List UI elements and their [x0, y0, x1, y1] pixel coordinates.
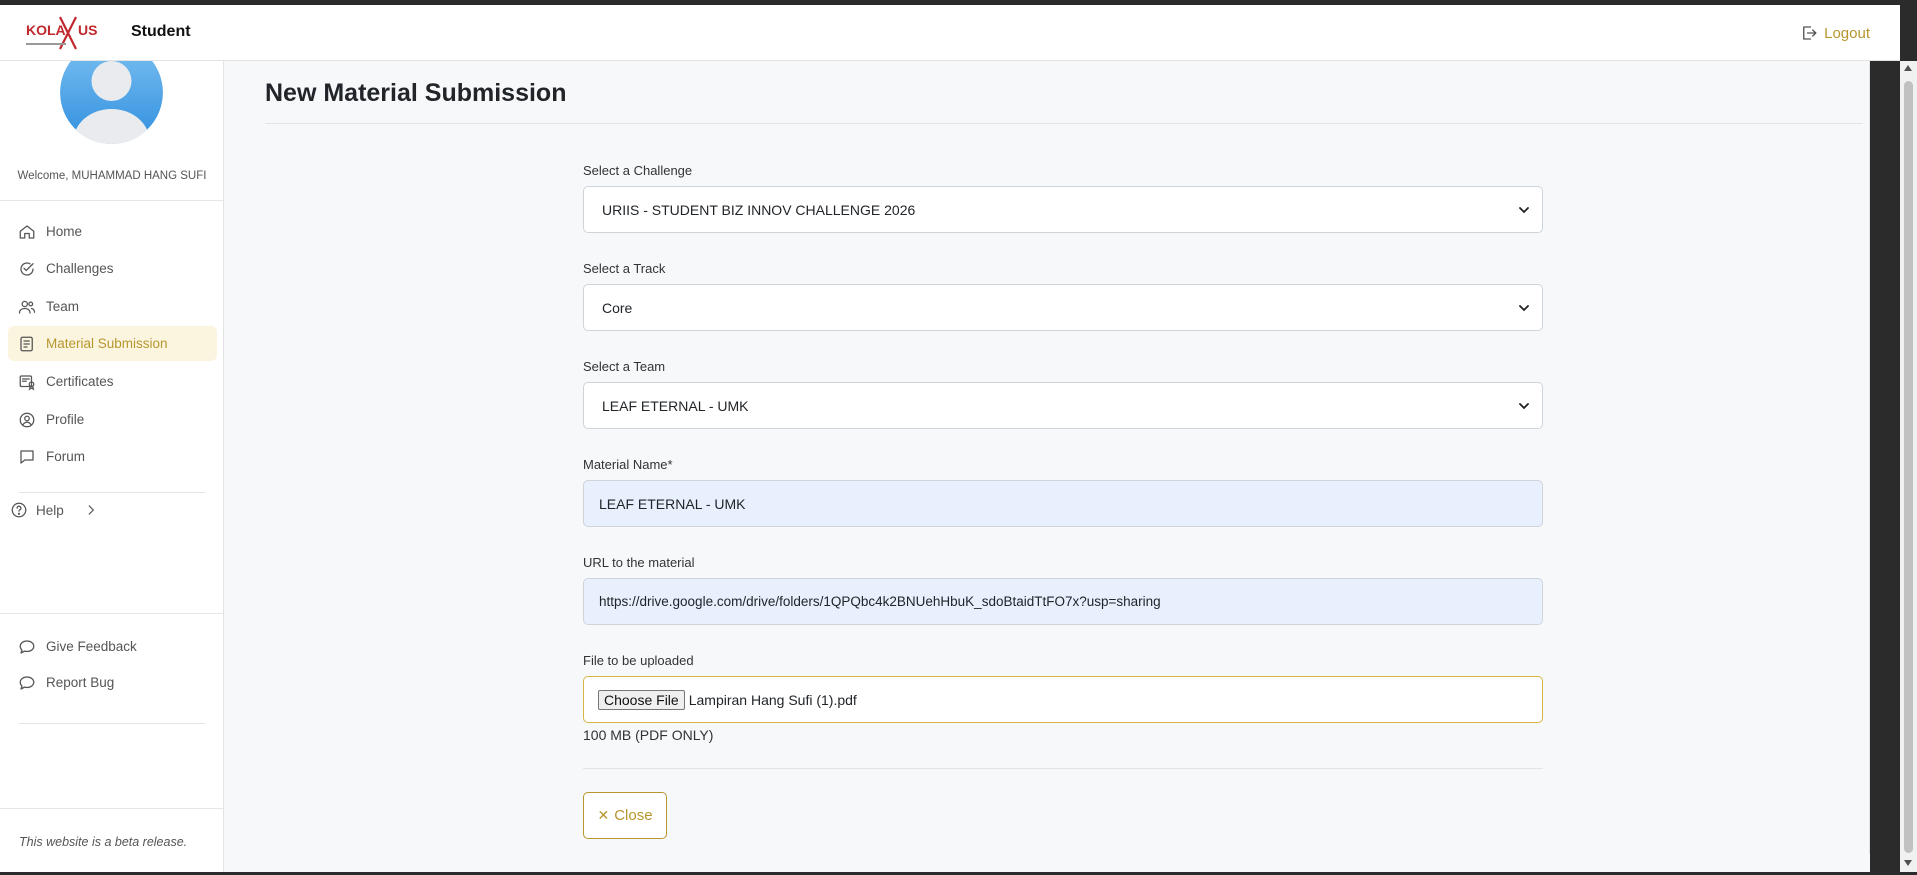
report-bug-link[interactable]: Report Bug: [8, 665, 217, 700]
close-icon: ✕: [597, 807, 610, 823]
content-panel: New Material Submission Select a Challen…: [224, 61, 1870, 854]
challenge-select[interactable]: URIIS - STUDENT BIZ INNOV CHALLENGE 2026: [583, 186, 1543, 233]
chevron-down-icon: [1519, 305, 1529, 312]
track-label: Select a Track: [583, 261, 666, 276]
check-circle-icon: [20, 261, 34, 276]
page-scrollbar[interactable]: [1900, 61, 1917, 872]
sidebar-item-certificates[interactable]: Certificates: [8, 364, 217, 399]
team-selected-value: LEAF ETERNAL - UMK: [602, 397, 749, 414]
sidebar-divider: [19, 492, 205, 493]
file-size-hint: 100 MB (PDF ONLY): [583, 727, 714, 743]
file-input[interactable]: Choose File Lampiran Hang Sufi (1).pdf: [583, 676, 1543, 723]
report-bug-label: Report Bug: [46, 675, 115, 690]
file-label: File to be uploaded: [583, 653, 694, 668]
scroll-up-arrow-icon[interactable]: [1904, 65, 1912, 71]
url-value: https://drive.google.com/drive/folders/1…: [599, 594, 1161, 609]
page-title: New Material Submission: [265, 79, 567, 107]
help-menu[interactable]: Help: [10, 501, 98, 519]
home-icon: [19, 224, 35, 239]
challenge-selected-value: URIIS - STUDENT BIZ INNOV CHALLENGE 2026: [602, 201, 916, 218]
chat-icon: [20, 449, 34, 464]
close-label: Close: [614, 807, 653, 824]
avatar: [60, 61, 163, 144]
scroll-down-arrow-icon[interactable]: [1904, 860, 1912, 866]
material-name-label: Material Name*: [583, 457, 673, 472]
welcome-text: Welcome, MUHAMMAD HANG SUFI: [17, 170, 207, 182]
material-name-value: LEAF ETERNAL - UMK: [599, 495, 746, 512]
sidebar-item-label: Challenges: [46, 261, 114, 276]
url-label: URL to the material: [583, 555, 695, 570]
sidebar-item-forum[interactable]: Forum: [8, 439, 217, 474]
challenge-label: Select a Challenge: [583, 163, 693, 178]
url-input[interactable]: https://drive.google.com/drive/folders/1…: [583, 578, 1543, 625]
logout-icon: [1803, 26, 1817, 40]
logout-button[interactable]: Logout: [1800, 24, 1870, 42]
sidebar-item-label: Forum: [46, 449, 86, 464]
app-header: KOLA US Student Logout: [0, 5, 1900, 61]
user-circle-icon: [19, 412, 35, 427]
material-name-input[interactable]: LEAF ETERNAL - UMK: [583, 480, 1543, 527]
beta-notice: This website is a beta release.: [19, 835, 188, 849]
choose-file-button[interactable]: Choose File: [598, 689, 685, 710]
team-label: Select a Team: [583, 359, 666, 374]
users-icon: [18, 300, 36, 314]
sidebar-divider: [0, 613, 223, 614]
give-feedback-label: Give Feedback: [46, 639, 137, 654]
form-divider: [583, 768, 1543, 769]
sidebar-item-label: Profile: [46, 412, 85, 427]
title-divider: [265, 123, 1863, 124]
chevron-down-icon: [1519, 403, 1529, 410]
team-select[interactable]: LEAF ETERNAL - UMK: [583, 382, 1543, 429]
user-avatar-icon: [60, 61, 163, 144]
sidebar-item-profile[interactable]: Profile: [8, 402, 217, 437]
close-button[interactable]: ✕ Close: [583, 792, 667, 839]
sidebar-divider: [0, 808, 223, 809]
sidebar-item-label: Home: [46, 224, 83, 239]
sidebar-item-label: Team: [46, 299, 80, 314]
sidebar-divider: [0, 200, 223, 201]
certificate-icon: [19, 374, 35, 390]
chevron-right-icon: [88, 505, 94, 515]
main-content: New Material Submission Select a Challen…: [224, 61, 1870, 872]
sidebar-item-home[interactable]: Home: [8, 214, 217, 249]
svg-text:KOLA: KOLA: [26, 22, 66, 38]
chat-bubble-icon: [19, 675, 35, 690]
selected-file-name: Lampiran Hang Sufi (1).pdf: [688, 691, 857, 708]
help-label: Help: [36, 502, 64, 518]
chat-bubble-icon: [19, 639, 35, 654]
sidebar-item-label: Certificates: [46, 374, 114, 389]
app-brand: Student: [131, 23, 191, 40]
sidebar: Welcome, MUHAMMAD HANG SUFI Home Challen…: [0, 61, 224, 872]
kolaxus-logo: KOLA US: [26, 16, 97, 50]
track-selected-value: Core: [602, 299, 633, 316]
scrollbar-thumb[interactable]: [1904, 81, 1913, 853]
svg-text:US: US: [78, 22, 97, 38]
sidebar-divider: [19, 723, 205, 724]
sidebar-item-team[interactable]: Team: [8, 289, 217, 324]
give-feedback-link[interactable]: Give Feedback: [8, 629, 217, 664]
track-select[interactable]: Core: [583, 284, 1543, 331]
logout-label: Logout: [1824, 24, 1870, 42]
chevron-down-icon: [1519, 207, 1529, 214]
question-circle-icon: [11, 502, 27, 518]
document-icon: [20, 336, 33, 351]
sidebar-item-challenges[interactable]: Challenges: [8, 251, 217, 286]
sidebar-item-material-submission[interactable]: Material Submission: [8, 326, 217, 361]
sidebar-item-label: Material Submission: [46, 336, 168, 351]
